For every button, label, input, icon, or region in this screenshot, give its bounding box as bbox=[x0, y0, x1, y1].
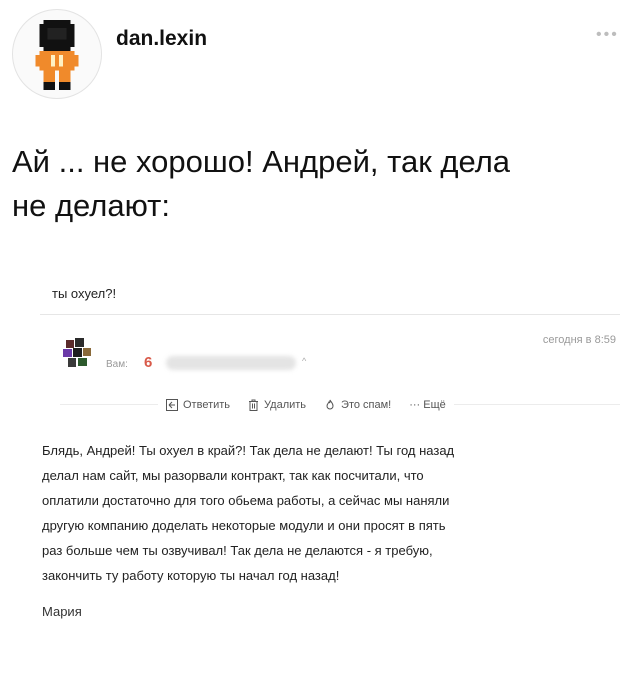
recipient-mark: 6 bbox=[144, 354, 153, 371]
post-header: dan.lexin ••• bbox=[0, 0, 640, 110]
to-label: Вам: bbox=[106, 359, 128, 370]
avatar[interactable] bbox=[12, 9, 102, 99]
spam-button[interactable]: Это спам! bbox=[324, 399, 391, 411]
email-subject: ты охуел?! bbox=[52, 286, 117, 301]
chevron-up-icon[interactable]: ^ bbox=[302, 356, 306, 366]
email-signature: Мария bbox=[42, 604, 82, 619]
spam-label: Это спам! bbox=[341, 399, 392, 411]
post-text: Ай ... не хорошо! Андрей, так дела не де… bbox=[12, 144, 511, 223]
sender-logo-icon bbox=[63, 338, 91, 367]
email-screenshot: ты охуел?! сегодня в 8:59 Вам: 6 ^ Ответ… bbox=[40, 272, 620, 672]
more-actions-button[interactable]: ··· Ещё bbox=[409, 399, 446, 411]
reply-label: Ответить bbox=[183, 399, 231, 411]
more-dots-icon[interactable]: ••• bbox=[596, 26, 619, 44]
email-actions: Ответить Удалить Это спам! ··· Ещё bbox=[158, 396, 454, 414]
reply-icon bbox=[166, 399, 178, 411]
divider bbox=[40, 314, 620, 315]
email-date: сегодня в 8:59 bbox=[542, 334, 616, 346]
email-body: Блядь, Андрей! Ты охуел в край?! Так дел… bbox=[42, 443, 455, 583]
pixel-astronaut-icon bbox=[35, 20, 79, 90]
delete-button[interactable]: Удалить bbox=[248, 399, 306, 411]
recipient-redacted bbox=[166, 356, 296, 370]
spam-fire-icon bbox=[326, 399, 334, 410]
delete-label: Удалить bbox=[264, 399, 307, 411]
more-actions-label: ··· Ещё bbox=[409, 399, 446, 411]
trash-icon bbox=[249, 399, 259, 411]
username[interactable]: dan.lexin bbox=[116, 27, 207, 51]
reply-button[interactable]: Ответить bbox=[166, 399, 230, 411]
